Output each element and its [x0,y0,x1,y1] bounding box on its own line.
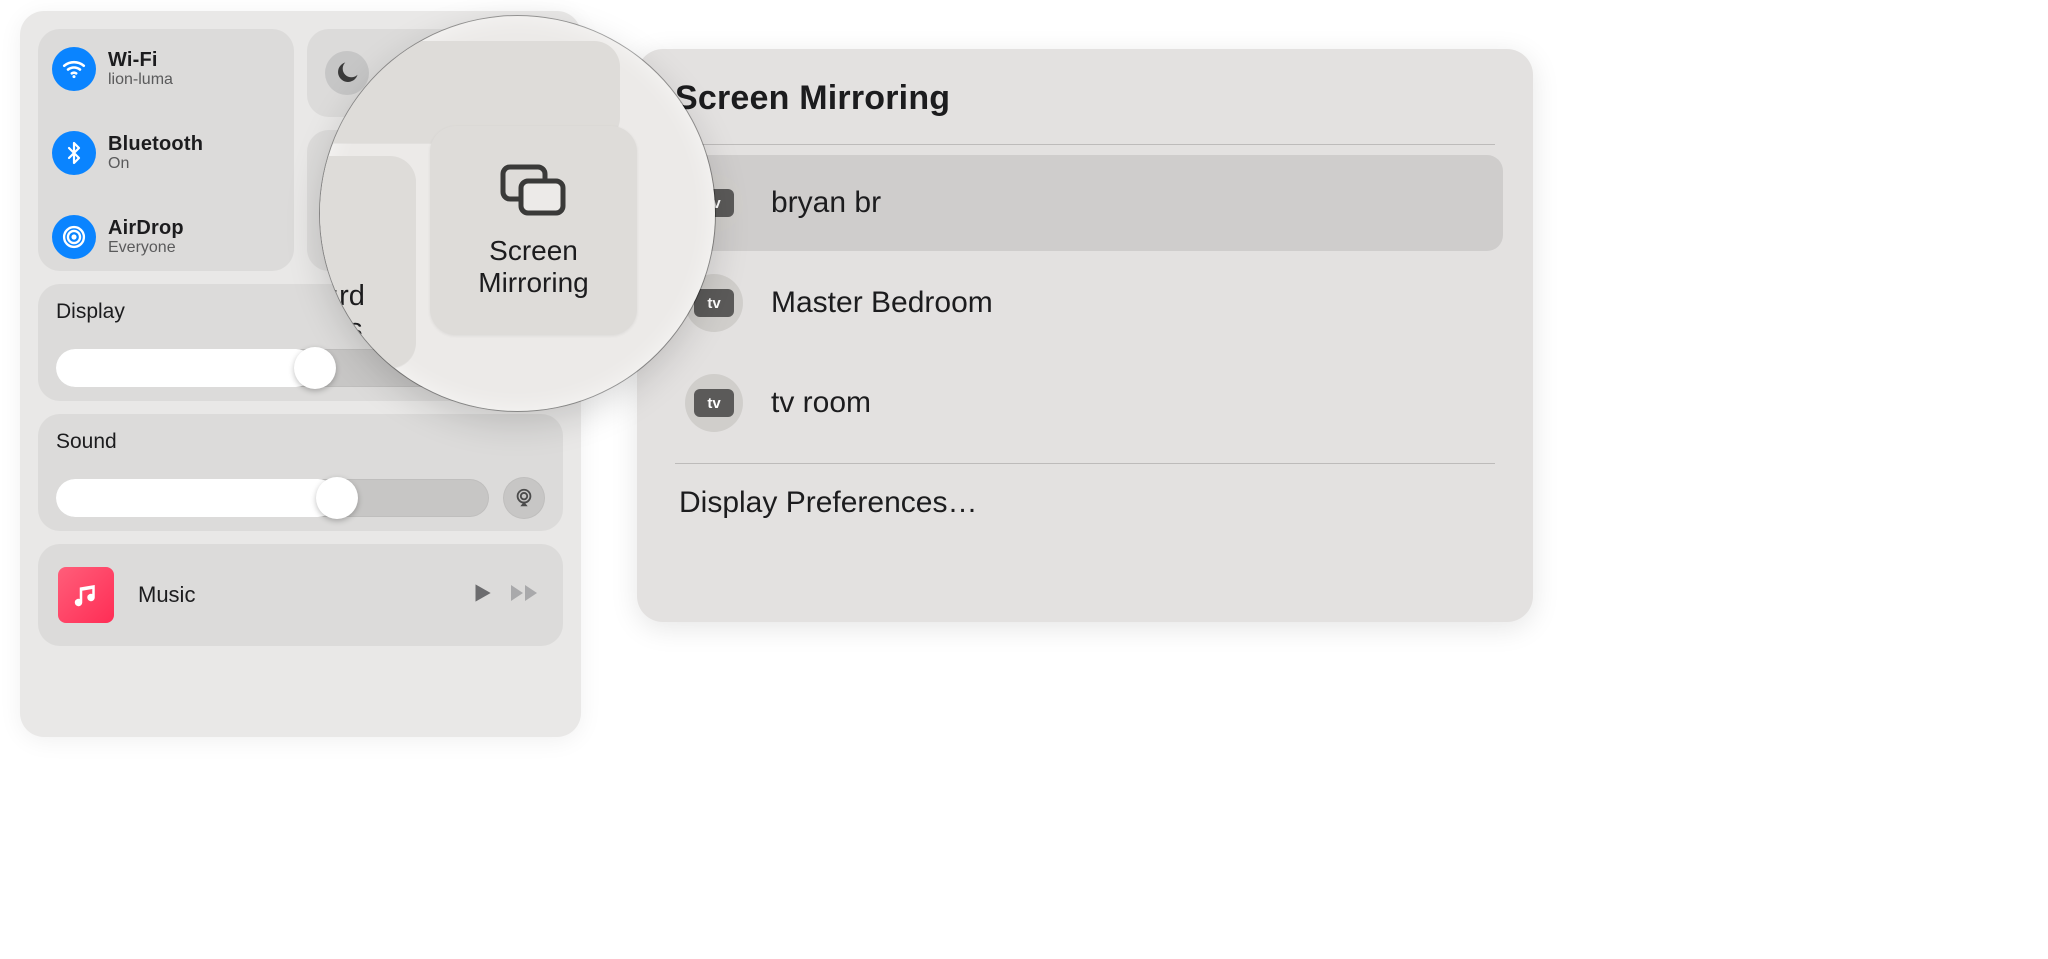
screen-mirroring-title: Screen Mirroring [675,79,1509,118]
play-button[interactable] [469,580,495,611]
next-track-button[interactable] [509,580,543,611]
mirroring-device-2-label: tv room [771,386,871,420]
mirroring-device-0[interactable]: tv bryan br [667,155,1503,251]
display-slider-fill [56,349,315,387]
airdrop-toggle[interactable]: AirDrop Everyone [52,211,280,263]
airplay-audio-button[interactable] [503,477,545,519]
airdrop-text: AirDrop Everyone [108,217,184,257]
separator [675,144,1495,145]
sound-slider-fill [56,479,337,517]
wifi-toggle[interactable]: Wi-Fi lion-luma [52,43,280,95]
screen-mirroring-panel: Screen Mirroring tv bryan br tv Master B… [637,49,1533,622]
screen-mirroring-icon [499,163,569,219]
music-controls [469,580,543,611]
wifi-label: Wi-Fi [108,49,173,72]
kb-frag-top: ırd [331,280,365,313]
wifi-text: Wi-Fi lion-luma [108,49,173,89]
music-app-icon [58,567,114,623]
sound-slider-wrap [56,479,545,517]
bluetooth-icon [52,131,96,175]
bluetooth-toggle[interactable]: Bluetooth On [52,127,280,179]
magnifier-callout: ırd ss Screen Mirroring [320,16,715,411]
mirroring-device-2[interactable]: tv tv room [667,355,1503,451]
moon-icon [320,65,354,119]
mir-label-bottom: Mirroring [478,267,588,299]
sound-slider[interactable] [56,479,489,517]
mirroring-device-1[interactable]: tv Master Bedroom [667,255,1503,351]
now-playing-app: Music [138,582,445,608]
mirroring-device-0-label: bryan br [771,186,881,220]
wifi-icon [52,47,96,91]
airdrop-icon [52,215,96,259]
separator [675,463,1495,464]
sound-tile: Sound [38,414,563,531]
airdrop-label: AirDrop [108,217,184,240]
magnified-keyboard-tile: ırd ss [320,156,416,368]
sound-slider-thumb[interactable] [316,477,358,519]
bluetooth-status: On [108,155,203,173]
mirroring-device-1-label: Master Bedroom [771,286,993,320]
wifi-status: lion-luma [108,71,173,89]
connectivity-tile: Wi-Fi lion-luma Bluetooth On AirDrop [38,29,294,271]
mir-label-top: Screen [489,235,578,267]
now-playing-tile[interactable]: Music [38,544,563,646]
airdrop-status: Everyone [108,239,184,257]
display-preferences-link[interactable]: Display Preferences… [679,486,1509,520]
bluetooth-text: Bluetooth On [108,133,203,173]
sound-label: Sound [56,430,545,454]
kb-frag-bottom: ss [334,313,363,346]
bluetooth-label: Bluetooth [108,133,203,156]
magnified-screen-mirroring-tile[interactable]: Screen Mirroring [430,126,637,335]
